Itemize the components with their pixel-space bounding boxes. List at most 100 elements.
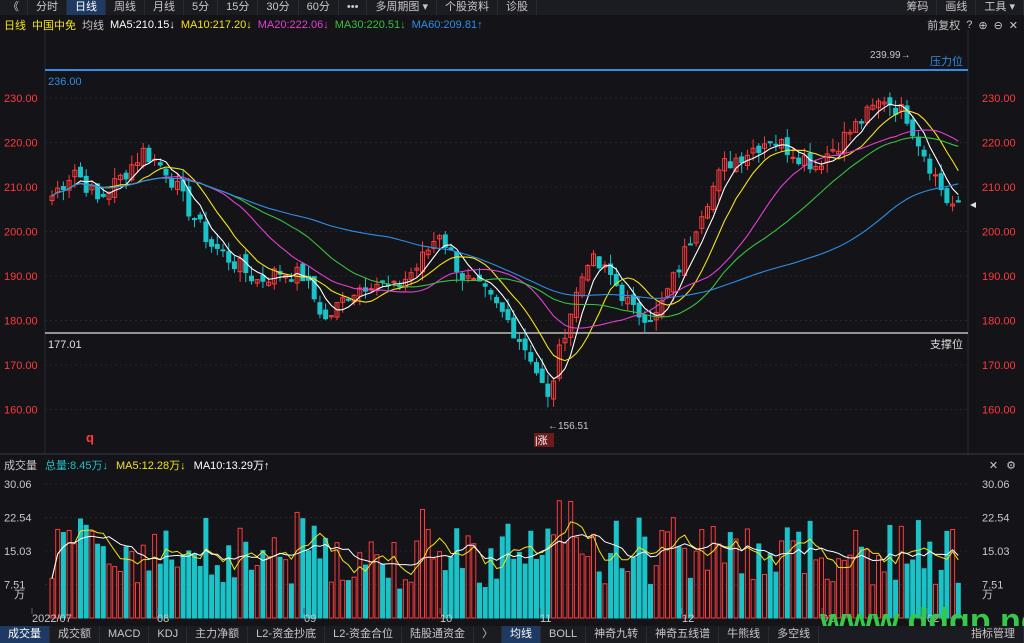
volume-bar bbox=[471, 543, 477, 619]
volume-bar bbox=[106, 563, 112, 619]
volume-bar bbox=[334, 542, 340, 619]
candle bbox=[773, 143, 779, 146]
volume-bar bbox=[351, 576, 357, 619]
candle bbox=[163, 168, 169, 176]
volume-ma10: MA10:13.29万↑ bbox=[193, 460, 270, 472]
volume-bar bbox=[477, 582, 482, 619]
tab-kdj[interactable]: KDJ bbox=[149, 626, 188, 643]
resistance-label: 压力位 bbox=[930, 54, 963, 68]
price-tick-right: 170.00 bbox=[982, 360, 1016, 372]
volume-bar bbox=[813, 559, 819, 619]
volume-info-bar: 成交量 总量:8.45万↓ MA5:12.28万↓ MA10:13.29万↑ ✕… bbox=[0, 457, 1024, 473]
candle bbox=[249, 275, 254, 282]
volume-bar bbox=[243, 541, 249, 619]
volume-bar bbox=[494, 578, 500, 619]
low-label: ←156.51 bbox=[548, 421, 589, 432]
volume-bar bbox=[739, 573, 745, 619]
volume-bar bbox=[630, 557, 636, 619]
volume-bar bbox=[345, 580, 351, 619]
q-marker: q bbox=[86, 430, 94, 445]
volume-bar bbox=[425, 528, 431, 619]
volume-bar bbox=[420, 508, 425, 619]
volume-bar bbox=[317, 558, 323, 619]
volume-bar bbox=[534, 558, 539, 619]
volume-bar bbox=[762, 573, 767, 619]
candle bbox=[146, 147, 152, 163]
tab-boll[interactable]: BOLL bbox=[541, 626, 587, 643]
volume-bar bbox=[625, 571, 631, 619]
candle bbox=[687, 243, 693, 246]
volume-bar bbox=[608, 553, 614, 619]
volume-bar bbox=[596, 571, 602, 619]
volume-bar bbox=[89, 530, 95, 619]
tab-l2-position[interactable]: L2-资金合位 bbox=[325, 626, 402, 643]
tab-indicator-manage[interactable]: 指标管理 bbox=[963, 626, 1024, 643]
volume-bar bbox=[796, 531, 802, 619]
volume-bar bbox=[209, 574, 215, 619]
tab-hk-connect[interactable]: 陆股通资金 bbox=[402, 626, 474, 643]
volume-bar bbox=[659, 530, 665, 619]
volume-tick-left: 30.06 bbox=[4, 479, 32, 491]
tab-macd[interactable]: MACD bbox=[100, 626, 150, 643]
volume-tick-right: 15.03 bbox=[982, 546, 1010, 558]
volume-bar bbox=[380, 563, 386, 619]
volume-bar bbox=[397, 588, 403, 619]
volume-bar bbox=[123, 546, 129, 619]
candle bbox=[471, 278, 477, 281]
volume-bar bbox=[186, 550, 192, 619]
volume-title: 成交量 bbox=[4, 460, 37, 472]
date-tick: 08 bbox=[157, 613, 169, 625]
tab-bull-bear[interactable]: 牛熊线 bbox=[719, 626, 770, 643]
indicator-tabs: 成交量 成交额 MACD KDJ 主力净额 L2-资金抄底 L2-资金合位 陆股… bbox=[0, 626, 1024, 643]
tab-main-net[interactable]: 主力净额 bbox=[187, 626, 249, 643]
close-icon[interactable]: ✕ bbox=[989, 459, 998, 472]
volume-bar bbox=[568, 500, 574, 619]
volume-bar bbox=[408, 581, 414, 619]
volume-bar bbox=[602, 583, 608, 619]
candle bbox=[380, 280, 386, 283]
volume-bar bbox=[328, 581, 334, 619]
candle bbox=[727, 161, 733, 169]
volume-bar bbox=[214, 565, 220, 619]
candle bbox=[910, 119, 916, 137]
volume-bar bbox=[231, 577, 237, 619]
candlestick-chart[interactable]: 230.00 230.00 220.00 220.00 210.00 210.00 200.… bbox=[0, 0, 1024, 643]
tab-l2-bottom[interactable]: L2-资金抄底 bbox=[248, 626, 326, 643]
volume-bar bbox=[180, 554, 186, 619]
volume-bar bbox=[744, 528, 750, 619]
candle bbox=[192, 218, 197, 221]
candle bbox=[78, 166, 83, 178]
volume-bar bbox=[226, 545, 232, 619]
volume-bar bbox=[682, 547, 688, 619]
volume-bar bbox=[169, 559, 175, 619]
candle bbox=[100, 193, 106, 197]
price-tick-left: 170.00 bbox=[4, 360, 38, 372]
price-tick-right: 190.00 bbox=[982, 271, 1016, 283]
tab-five-line[interactable]: 神奇五线谱 bbox=[647, 626, 720, 643]
tab-ma[interactable]: 均线 bbox=[501, 626, 541, 643]
tab-volume[interactable]: 成交量 bbox=[0, 626, 50, 643]
limit-up-badge: |涨 bbox=[535, 435, 548, 447]
tab-nine-turn[interactable]: 神奇九转 bbox=[586, 626, 648, 643]
volume-bar bbox=[779, 540, 785, 619]
volume-bar bbox=[613, 520, 619, 619]
volume-bar bbox=[288, 583, 294, 619]
volume-bar bbox=[300, 518, 306, 619]
price-tick-left: 180.00 bbox=[4, 316, 38, 328]
gear-icon[interactable]: ⚙ bbox=[1006, 459, 1016, 472]
candle bbox=[596, 256, 602, 269]
volume-bar bbox=[545, 528, 551, 619]
tab-long-short[interactable]: 多空线 bbox=[769, 626, 820, 643]
volume-bar bbox=[306, 550, 311, 619]
volume-bar bbox=[283, 559, 289, 619]
volume-bar bbox=[357, 552, 363, 619]
tab-turnover[interactable]: 成交额 bbox=[50, 626, 100, 643]
candle bbox=[459, 273, 465, 281]
price-tick-left: 210.00 bbox=[4, 182, 38, 194]
candle bbox=[209, 239, 215, 247]
volume-bar bbox=[95, 543, 101, 619]
volume-bar bbox=[363, 564, 368, 619]
chevron-right-icon[interactable]: 〉 bbox=[474, 626, 502, 643]
volume-bar bbox=[722, 562, 728, 619]
price-tick-left: 220.00 bbox=[4, 138, 38, 150]
